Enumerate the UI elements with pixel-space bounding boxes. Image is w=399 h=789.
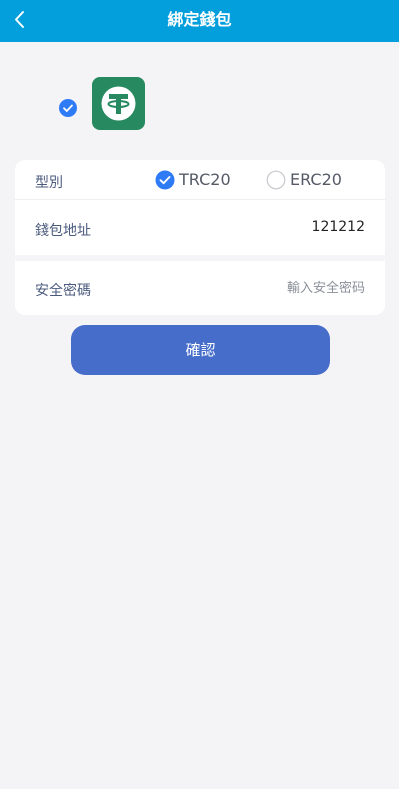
password-label: 安全密碼: [35, 283, 91, 299]
radio-unchecked-icon: [266, 170, 286, 190]
tether-usdt-icon[interactable]: [92, 77, 145, 130]
coin-selected-check-icon[interactable]: [59, 99, 77, 117]
header-bar: 綁定錢包: [0, 0, 399, 42]
radio-erc20-label: ERC20: [290, 170, 342, 189]
password-input[interactable]: [165, 277, 365, 299]
radio-trc20-label: TRC20: [179, 170, 231, 189]
page-title: 綁定錢包: [167, 10, 232, 29]
address-value[interactable]: 121212: [312, 219, 365, 235]
type-label: 型別: [35, 175, 63, 191]
radio-checked-icon: [155, 170, 175, 190]
wallet-form-card: 型別 TRC20 ERC20 錢包地址 121212 安全密碼: [15, 160, 385, 315]
address-row: 錢包地址 121212: [15, 200, 385, 256]
address-label: 錢包地址: [35, 223, 91, 239]
confirm-button[interactable]: 確認: [71, 325, 330, 375]
password-row: 安全密碼: [15, 261, 385, 315]
type-row: 型別 TRC20 ERC20: [15, 160, 385, 199]
